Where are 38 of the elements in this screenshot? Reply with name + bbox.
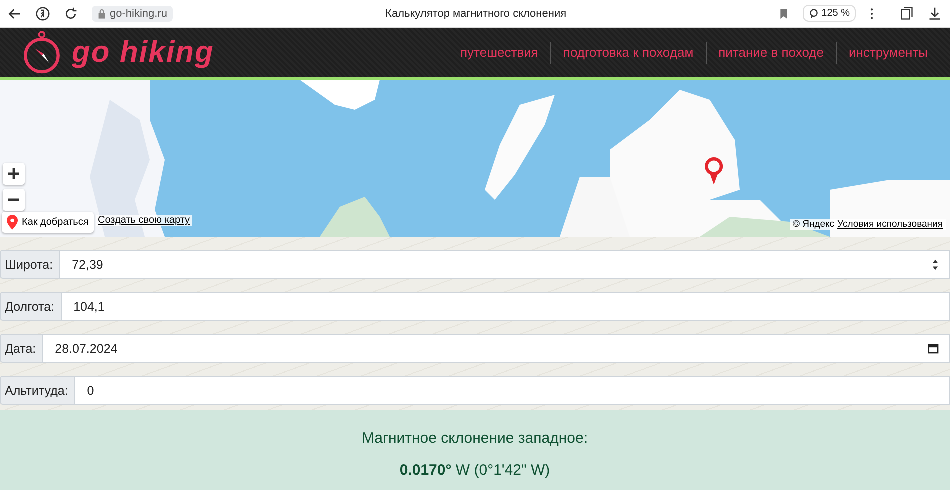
page-title: Калькулятор магнитного склонения <box>384 8 568 20</box>
copyright-text: © Яндекс <box>792 219 835 230</box>
create-map-link[interactable]: Создать свою карту <box>96 215 192 226</box>
input-field[interactable]: 104,1 <box>62 292 950 321</box>
zoom-in-icon[interactable] <box>3 163 25 185</box>
lock-icon <box>98 8 106 18</box>
url-text: go-hiking.ru <box>110 8 168 20</box>
bookmark-icon[interactable] <box>778 8 789 20</box>
result-title: Магнитное склонение западное: <box>360 430 589 447</box>
field-label: Альтитуда: <box>0 376 76 405</box>
terms-link[interactable]: Условия использования <box>838 219 943 230</box>
logo-text[interactable]: go hiking <box>72 36 214 70</box>
address-bar[interactable]: go-hiking.ru <box>92 6 174 22</box>
reload-icon[interactable] <box>64 6 78 20</box>
back-icon[interactable] <box>8 6 22 20</box>
browser-logo-icon[interactable] <box>36 6 50 20</box>
input-field[interactable]: 72,39 <box>60 250 950 279</box>
zoom-out-icon[interactable] <box>3 189 25 211</box>
zoom-icon <box>808 8 819 18</box>
field-label: Долгота: <box>0 292 62 321</box>
nav-link[interactable]: подготовка к походам <box>551 45 706 60</box>
compass-icon[interactable] <box>22 30 62 76</box>
nav-link[interactable]: инструменты <box>837 45 940 60</box>
more-icon[interactable] <box>870 8 874 20</box>
route-button[interactable]: Как добраться <box>2 212 94 233</box>
download-icon[interactable] <box>928 6 942 20</box>
nav-link[interactable]: питание в походе <box>706 45 836 60</box>
calendar-icon[interactable] <box>928 343 939 354</box>
field-label: Широта: <box>0 250 60 279</box>
result-value: 0.0170° W (0°1'42" W) <box>398 462 552 479</box>
nav-link[interactable]: путешествия <box>448 45 550 60</box>
input-field[interactable]: 0 <box>75 376 950 405</box>
collections-icon[interactable] <box>900 6 914 20</box>
zoom-button[interactable]: 125 % <box>802 5 856 22</box>
field-label: Дата: <box>0 334 44 363</box>
date-field[interactable]: 28.07.2024 <box>43 334 950 363</box>
spinner-icon[interactable] <box>932 258 939 270</box>
pin-icon <box>7 215 18 230</box>
